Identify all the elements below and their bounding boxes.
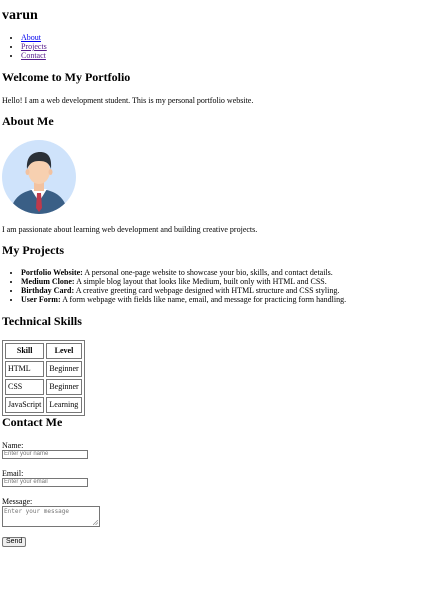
nav-list: About Projects Contact [8,33,47,60]
skills-heading: Technical Skills [2,314,82,328]
project-name: User Form: [21,295,61,304]
level-cell: Learning [46,397,82,413]
about-text: I am passionate about learning web devel… [2,225,258,234]
hero-text: Hello! I am a web development student. T… [2,96,254,105]
project-name: Birthday Card: [21,286,75,295]
about-heading: About Me [2,114,54,128]
message-field[interactable]: Enter your message [2,506,100,527]
contact-heading: Contact Me [2,415,63,429]
person-avatar-icon [2,140,76,214]
project-name: Medium Clone: [21,277,75,286]
resize-handle-icon[interactable] [93,520,98,525]
message-placeholder: Enter your message [4,508,70,515]
send-button[interactable]: Send [2,537,27,547]
nav-link-contact[interactable]: Contact [21,51,46,60]
list-item: Birthday Card: A creative greeting card … [21,286,346,295]
table-row: CSS Beginner [5,379,82,395]
project-desc: A simple blog layout that looks like Med… [76,277,327,286]
level-cell: Beginner [46,361,82,377]
nav-item-about: About [21,33,47,42]
skill-cell: CSS [5,379,45,395]
email-field[interactable]: Enter your email [2,478,88,487]
level-cell: Beginner [46,379,82,395]
projects-list: Portfolio Website: A personal one-page w… [8,268,346,304]
table-row: HTML Beginner [5,361,82,377]
table-row: JavaScript Learning [5,397,82,413]
skill-cell: HTML [5,361,45,377]
project-desc: A form webpage with fields like name, em… [62,295,347,304]
column-header-level: Level [46,343,82,359]
project-desc: A personal one-page website to showcase … [84,268,333,277]
list-item: User Form: A form webpage with fields li… [21,295,346,304]
nav-item-projects: Projects [21,42,47,51]
list-item: Medium Clone: A simple blog layout that … [21,277,346,286]
table-header-row: Skill Level [5,343,82,359]
site-title: varun [2,8,38,23]
list-item: Portfolio Website: A personal one-page w… [21,268,346,277]
skills-table: Skill Level HTML Beginner CSS Beginner J… [2,340,85,416]
skill-cell: JavaScript [5,397,45,413]
name-field[interactable]: Enter your name [2,450,88,459]
project-name: Portfolio Website: [21,268,83,277]
project-desc: A creative greeting card webpage designe… [75,286,340,295]
column-header-skill: Skill [5,343,45,359]
nav-link-about[interactable]: About [21,33,41,42]
projects-heading: My Projects [2,243,65,257]
hero-heading: Welcome to My Portfolio [2,70,131,84]
nav-item-contact: Contact [21,51,47,60]
nav-link-projects[interactable]: Projects [21,42,47,51]
